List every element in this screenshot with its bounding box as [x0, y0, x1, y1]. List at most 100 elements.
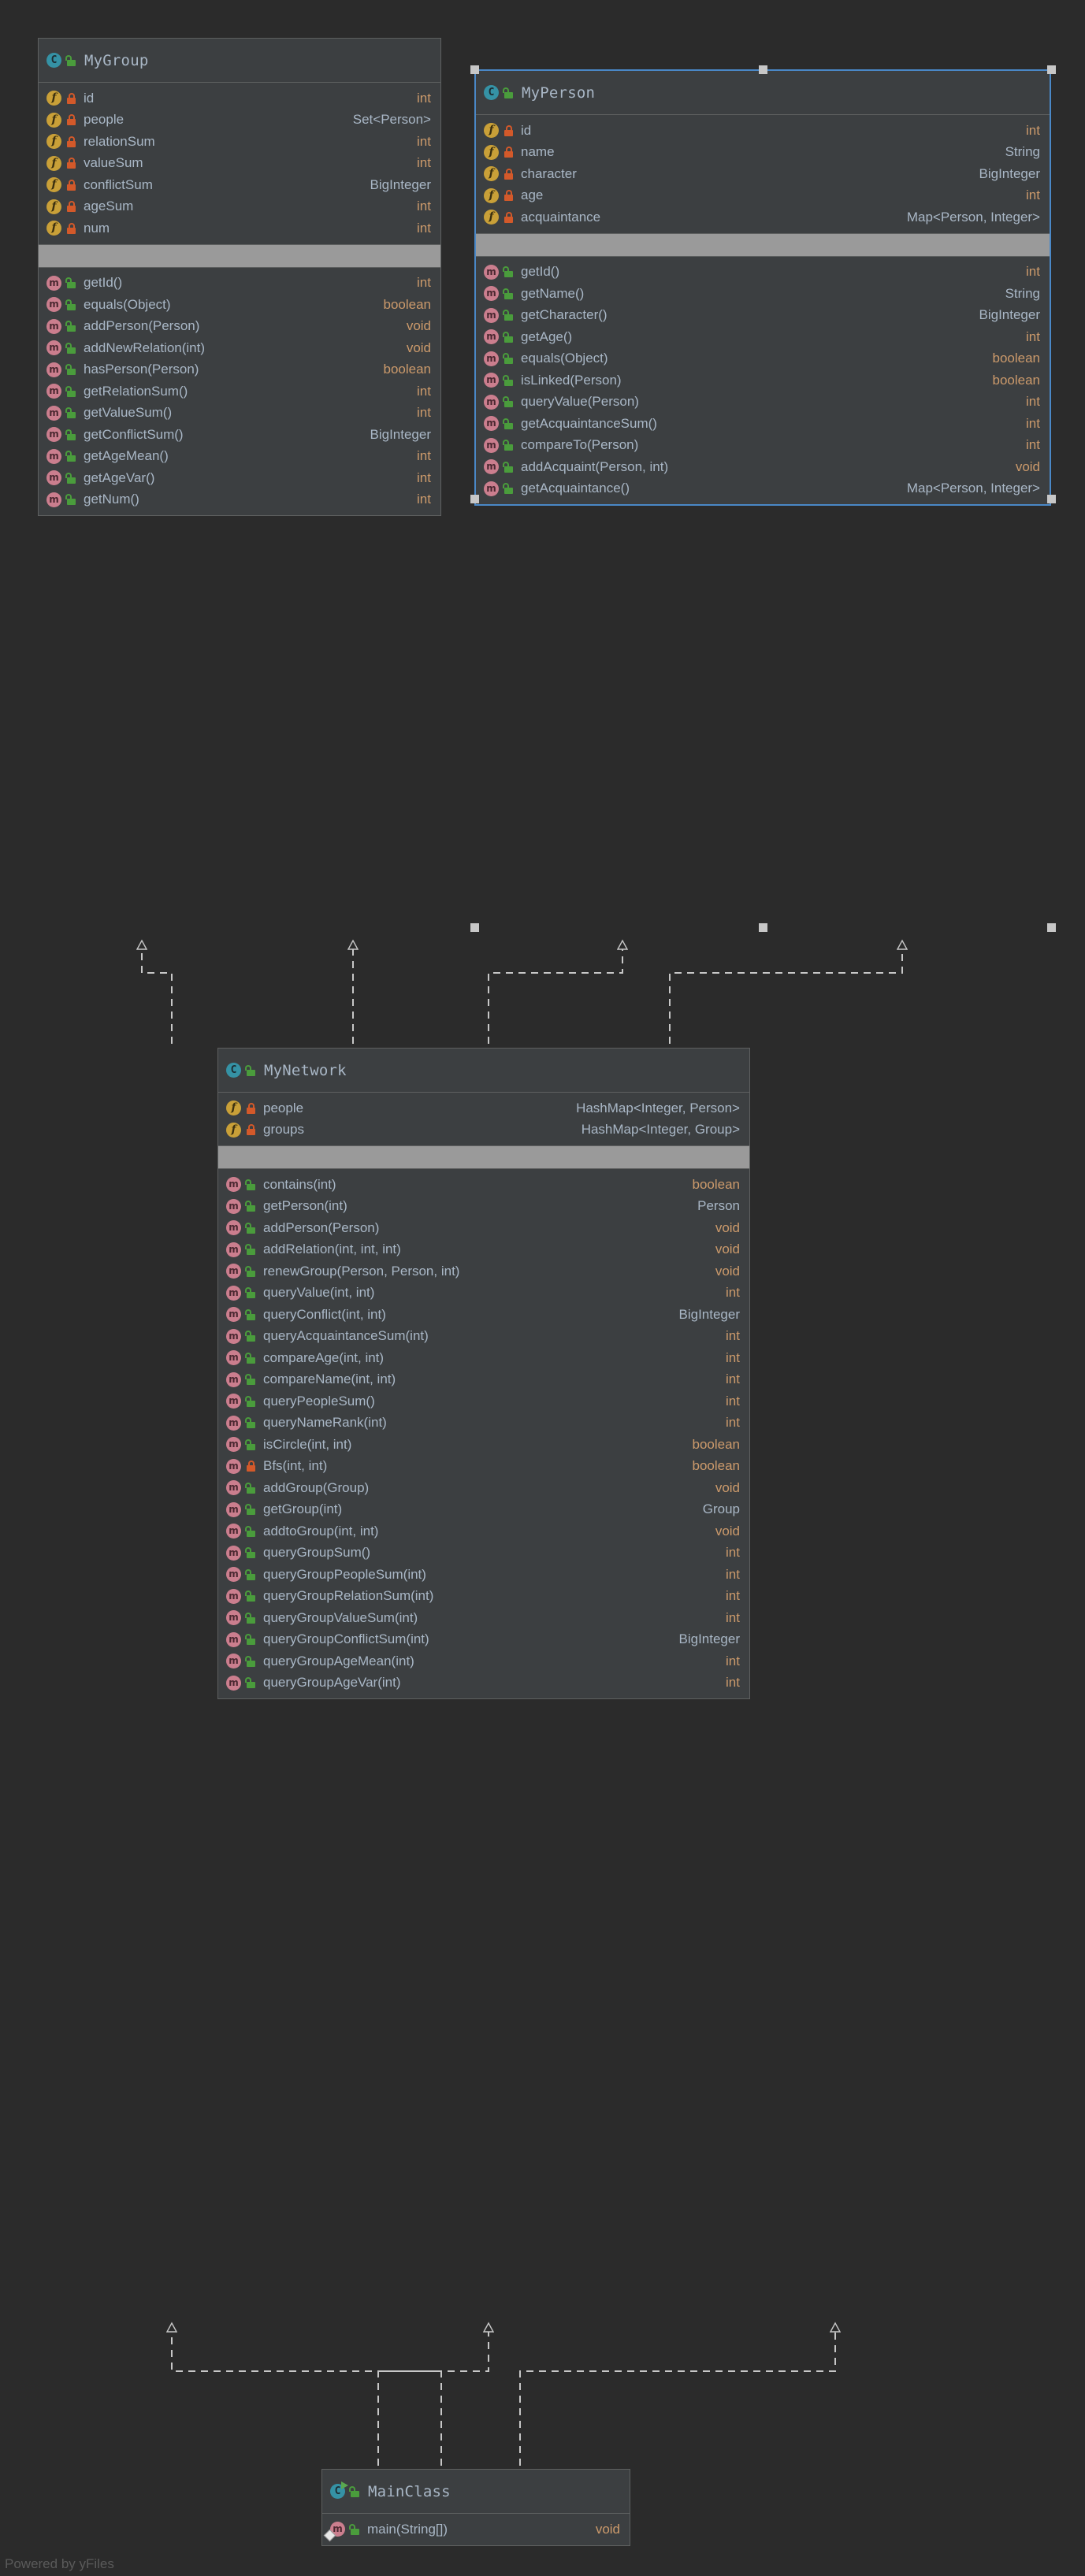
- class-header[interactable]: C MyNetwork: [218, 1049, 749, 1093]
- method-row[interactable]: m getAgeVar() int: [39, 467, 440, 489]
- method-row[interactable]: m queryGroupValueSum(int) int: [218, 1607, 749, 1629]
- method-row[interactable]: m addAcquaint(Person, int) void: [476, 456, 1050, 478]
- methods-section: m getId() int m getName() String m getCharacter…: [476, 257, 1050, 505]
- method-row[interactable]: m compareAge(int, int) int: [218, 1347, 749, 1369]
- method-row[interactable]: m addPerson(Person) void: [39, 316, 440, 338]
- method-row[interactable]: m isLinked(Person) boolean: [476, 369, 1050, 392]
- method-row[interactable]: m getPerson(int) Person: [218, 1196, 749, 1218]
- method-row[interactable]: m getRelationSum() int: [39, 380, 440, 403]
- selection-handle-n[interactable]: [759, 65, 767, 74]
- method-icon: m: [484, 264, 499, 280]
- locked-padlock-icon: [66, 201, 76, 213]
- field-row[interactable]: f people Set<Person>: [39, 109, 440, 132]
- method-row[interactable]: m compareTo(Person) int: [476, 435, 1050, 457]
- method-row[interactable]: m contains(int) boolean: [218, 1174, 749, 1196]
- method-icon: m: [226, 1501, 241, 1517]
- field-row[interactable]: f character BigInteger: [476, 163, 1050, 185]
- method-row[interactable]: m queryNameRank(int) int: [218, 1412, 749, 1435]
- field-row[interactable]: f valueSum int: [39, 153, 440, 175]
- field-row[interactable]: f id int: [476, 120, 1050, 142]
- method-row[interactable]: m getCharacter() BigInteger: [476, 305, 1050, 327]
- field-row[interactable]: f num int: [39, 217, 440, 239]
- method-row[interactable]: m main(String[]) void: [322, 2518, 630, 2542]
- selection-handle-se[interactable]: [1047, 923, 1056, 932]
- unlocked-padlock-icon: [245, 1634, 256, 1646]
- selection-handle-sw[interactable]: [470, 923, 479, 932]
- method-row[interactable]: m getNum() int: [39, 489, 440, 511]
- method-row[interactable]: m queryGroupConflictSum(int) BigInteger: [218, 1629, 749, 1651]
- method-icon: m: [226, 1264, 241, 1279]
- method-row[interactable]: m queryGroupAgeVar(int) int: [218, 1672, 749, 1694]
- class-node-mynetwork[interactable]: C MyNetwork f people HashMap<Integer, Person…: [217, 1048, 750, 1699]
- method-row[interactable]: m getAcquaintance() Map<Person, Integer>: [476, 478, 1050, 500]
- selection-handle-w[interactable]: [470, 495, 479, 503]
- method-row[interactable]: m equals(Object) boolean: [39, 294, 440, 316]
- field-row[interactable]: f ageSum int: [39, 196, 440, 218]
- method-row[interactable]: m addPerson(Person) void: [218, 1217, 749, 1239]
- method-return-type: int: [417, 275, 431, 291]
- method-row[interactable]: m queryConflict(int, int) BigInteger: [218, 1304, 749, 1326]
- field-row[interactable]: f relationSum int: [39, 131, 440, 153]
- field-row[interactable]: f conflictSum BigInteger: [39, 174, 440, 196]
- class-header[interactable]: C MainClass: [322, 2470, 630, 2514]
- method-row[interactable]: m addGroup(Group) void: [218, 1477, 749, 1499]
- class-node-mygroup[interactable]: C MyGroup f id int f people Set<Person> f relatio…: [38, 38, 441, 516]
- method-row[interactable]: m addtoGroup(int, int) void: [218, 1520, 749, 1542]
- method-row[interactable]: m queryPeopleSum() int: [218, 1390, 749, 1412]
- method-row[interactable]: m getId() int: [39, 273, 440, 295]
- method-row[interactable]: m getName() String: [476, 283, 1050, 305]
- method-row[interactable]: m queryAcquaintanceSum(int) int: [218, 1326, 749, 1348]
- field-row[interactable]: f groups HashMap<Integer, Group>: [218, 1119, 749, 1141]
- method-row[interactable]: m getId() int: [476, 262, 1050, 284]
- field-row[interactable]: f id int: [39, 87, 440, 109]
- method-row[interactable]: m queryValue(Person) int: [476, 392, 1050, 414]
- method-icon: m: [46, 362, 61, 377]
- field-icon: f: [46, 112, 61, 128]
- method-row[interactable]: m getValueSum() int: [39, 403, 440, 425]
- method-row[interactable]: m queryGroupRelationSum(int) int: [218, 1586, 749, 1608]
- selection-handle-nw[interactable]: [470, 65, 479, 74]
- unlocked-padlock-icon: [503, 87, 514, 98]
- unlocked-padlock-icon: [245, 1525, 256, 1537]
- field-row[interactable]: f name String: [476, 142, 1050, 164]
- selection-handle-s[interactable]: [759, 923, 767, 932]
- field-row[interactable]: f acquaintance Map<Person, Integer>: [476, 206, 1050, 228]
- unlocked-padlock-icon: [349, 2485, 360, 2497]
- field-name: ageSum: [84, 199, 134, 214]
- selection-handle-e[interactable]: [1047, 495, 1056, 503]
- unlocked-padlock-icon: [503, 418, 514, 429]
- selection-handle-ne[interactable]: [1047, 65, 1056, 74]
- method-row[interactable]: m queryGroupSum() int: [218, 1542, 749, 1565]
- method-row[interactable]: m Bfs(int, int) boolean: [218, 1456, 749, 1478]
- unlocked-padlock-icon: [245, 1222, 256, 1234]
- method-row[interactable]: m getAge() int: [476, 326, 1050, 348]
- method-row[interactable]: m equals(Object) boolean: [476, 348, 1050, 370]
- method-return-type: int: [726, 1653, 740, 1668]
- class-header[interactable]: C MyGroup: [39, 39, 440, 83]
- method-icon: m: [484, 437, 499, 453]
- method-row[interactable]: m getGroup(int) Group: [218, 1499, 749, 1521]
- unlocked-padlock-icon: [245, 1064, 256, 1076]
- method-row[interactable]: m getAgeMean() int: [39, 446, 440, 468]
- class-header[interactable]: C MyPerson: [476, 71, 1050, 115]
- method-return-type: void: [715, 1479, 740, 1495]
- method-row[interactable]: m queryGroupAgeMean(int) int: [218, 1650, 749, 1672]
- unlocked-padlock-icon: [65, 342, 76, 354]
- class-node-mainclass[interactable]: C MainClass m main(String[]) void: [321, 2469, 630, 2546]
- field-name: people: [84, 112, 124, 128]
- field-row[interactable]: f age int: [476, 185, 1050, 207]
- field-row[interactable]: f people HashMap<Integer, Person>: [218, 1097, 749, 1119]
- method-row[interactable]: m getAcquaintanceSum() int: [476, 413, 1050, 435]
- method-row[interactable]: m getConflictSum() BigInteger: [39, 424, 440, 446]
- method-row[interactable]: m hasPerson(Person) boolean: [39, 359, 440, 381]
- method-row[interactable]: m addNewRelation(int) void: [39, 337, 440, 359]
- method-row[interactable]: m queryGroupPeopleSum(int) int: [218, 1564, 749, 1586]
- method-row[interactable]: m queryValue(int, int) int: [218, 1282, 749, 1305]
- class-node-myperson[interactable]: C MyPerson f id int f name String f character BigI…: [474, 69, 1051, 506]
- method-row[interactable]: m isCircle(int, int) boolean: [218, 1434, 749, 1456]
- method-return-type: BigInteger: [979, 307, 1041, 323]
- method-icon: m: [226, 1567, 241, 1583]
- method-row[interactable]: m renewGroup(Person, Person, int) void: [218, 1260, 749, 1282]
- method-row[interactable]: m addRelation(int, int, int) void: [218, 1239, 749, 1261]
- method-row[interactable]: m compareName(int, int) int: [218, 1369, 749, 1391]
